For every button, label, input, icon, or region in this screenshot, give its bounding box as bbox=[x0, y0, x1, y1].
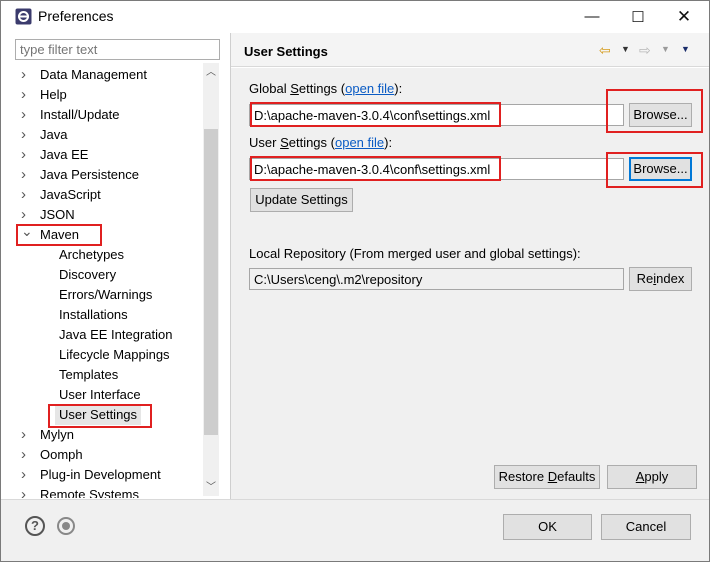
preferences-window: Preferences — ☐ ✕ ›Data Management›Help›… bbox=[0, 0, 710, 562]
tree-item-label: Installations bbox=[59, 307, 128, 322]
collapsed-arrow-icon[interactable]: › bbox=[21, 165, 33, 185]
minimize-icon: — bbox=[584, 8, 600, 25]
filter-input[interactable] bbox=[15, 39, 220, 60]
apply-button[interactable]: Apply bbox=[607, 465, 697, 489]
tree-item-label: Templates bbox=[59, 367, 119, 382]
tree-item-label: Plug-in Development bbox=[40, 467, 161, 482]
forward-arrow-icon[interactable]: ⇨ bbox=[639, 42, 651, 59]
tree-item-label: Mylyn bbox=[40, 427, 74, 442]
collapsed-arrow-icon[interactable]: › bbox=[21, 185, 33, 205]
tree-item[interactable]: › Mylyn bbox=[15, 425, 205, 445]
tree-item[interactable]: ⌄ Maven bbox=[15, 223, 205, 245]
tree-item[interactable]: Java EE Integration bbox=[15, 325, 205, 345]
preferences-tree: › Data Management › Help › Install/Update › Jav… bbox=[15, 63, 220, 498]
close-icon: ✕ bbox=[676, 6, 692, 26]
local-repository-label: Local Repository (From merged user and g… bbox=[249, 246, 581, 261]
ok-button[interactable]: OK bbox=[503, 514, 592, 540]
tree-item-label: JavaScript bbox=[40, 187, 101, 202]
collapsed-arrow-icon[interactable]: › bbox=[21, 105, 33, 125]
collapsed-arrow-icon[interactable]: › bbox=[21, 125, 33, 145]
tree-item[interactable]: › Help bbox=[15, 85, 205, 105]
tree-item-label: Install/Update bbox=[40, 107, 120, 122]
user-settings-page: Global Settings (open file): D:\apache-m… bbox=[231, 68, 709, 499]
maximize-icon: ☐ bbox=[631, 8, 645, 26]
dialog-footer: ? OK Cancel bbox=[1, 499, 709, 561]
tree-scrollbar[interactable]: ︿ ﹀ bbox=[203, 63, 219, 496]
maximize-button[interactable]: ☐ bbox=[615, 1, 661, 32]
user-browse-button[interactable]: Browse... bbox=[629, 157, 692, 181]
record-icon[interactable] bbox=[57, 517, 75, 535]
tree-item-label: Data Management bbox=[40, 67, 147, 82]
eclipse-app-icon bbox=[15, 8, 32, 25]
tree-item-label: Java bbox=[40, 127, 68, 142]
collapsed-arrow-icon[interactable]: › bbox=[21, 145, 33, 165]
tree-item[interactable]: Archetypes bbox=[15, 245, 205, 265]
global-settings-field[interactable]: D:\apache-maven-3.0.4\conf\settings.xml bbox=[249, 104, 624, 126]
tree-item-label: Maven bbox=[40, 227, 80, 242]
tree-item[interactable]: Installations bbox=[15, 305, 205, 325]
tree-item-label: Archetypes bbox=[59, 247, 125, 262]
tree-item-label: Java Persistence bbox=[40, 167, 139, 182]
tree-item[interactable]: › Install/Update bbox=[15, 105, 205, 125]
update-settings-button[interactable]: Update Settings bbox=[250, 188, 353, 212]
global-browse-button[interactable]: Browse... bbox=[629, 103, 692, 127]
collapsed-arrow-icon[interactable]: › bbox=[21, 85, 33, 105]
global-open-file-link[interactable]: open file bbox=[345, 81, 394, 96]
page-header: User Settings ⇦ ▼ ⇨ ▼ ▼ bbox=[231, 33, 709, 67]
back-dropdown-icon[interactable]: ▼ bbox=[621, 44, 630, 54]
reindex-button[interactable]: Reindex bbox=[629, 267, 692, 291]
tree-item-label: User Interface bbox=[59, 387, 141, 402]
tree-item[interactable]: User Settings bbox=[15, 405, 205, 425]
page-title: User Settings bbox=[244, 44, 328, 59]
tree-item-label: JSON bbox=[40, 207, 75, 222]
tree-item[interactable]: › Oomph bbox=[15, 445, 205, 465]
scrollbar-thumb[interactable] bbox=[204, 129, 218, 435]
view-menu-icon[interactable]: ▼ bbox=[681, 44, 690, 54]
tree-item[interactable]: Lifecycle Mappings bbox=[15, 345, 205, 365]
window-title: Preferences bbox=[38, 8, 114, 24]
tree-item[interactable]: › Remote Systems bbox=[15, 485, 205, 498]
tree-item-label: Lifecycle Mappings bbox=[59, 347, 170, 362]
restore-defaults-button[interactable]: Restore Defaults bbox=[494, 465, 600, 489]
close-button[interactable]: ✕ bbox=[661, 1, 707, 32]
help-icon[interactable]: ? bbox=[25, 516, 45, 536]
tree-item[interactable]: › JSON bbox=[15, 205, 205, 225]
collapsed-arrow-icon[interactable]: › bbox=[21, 65, 33, 85]
tree-item[interactable]: › Plug-in Development bbox=[15, 465, 205, 485]
tree-item[interactable]: › Java Persistence bbox=[15, 165, 205, 185]
tree-item[interactable]: User Interface bbox=[15, 385, 205, 405]
tree-item-label: Oomph bbox=[40, 447, 83, 462]
user-settings-label: User Settings (open file): bbox=[249, 135, 393, 150]
tree-item-label: User Settings bbox=[55, 405, 142, 425]
tree-item-label: Discovery bbox=[59, 267, 117, 282]
cancel-button[interactable]: Cancel bbox=[601, 514, 691, 540]
tree-item-label: Errors/Warnings bbox=[59, 287, 153, 302]
scroll-down-icon[interactable]: ﹀ bbox=[203, 480, 219, 496]
tree-item[interactable]: › Java bbox=[15, 125, 205, 145]
minimize-button[interactable]: — bbox=[569, 1, 615, 32]
collapsed-arrow-icon[interactable]: › bbox=[21, 485, 33, 498]
tree-item[interactable]: Discovery bbox=[15, 265, 205, 285]
back-arrow-icon[interactable]: ⇦ bbox=[599, 42, 611, 59]
tree-item-label: Help bbox=[40, 87, 67, 102]
collapsed-arrow-icon[interactable]: › bbox=[21, 425, 33, 445]
user-settings-field[interactable]: D:\apache-maven-3.0.4\conf\settings.xml bbox=[249, 158, 624, 180]
tree-item[interactable]: › Java EE bbox=[15, 145, 205, 165]
collapsed-arrow-icon[interactable]: › bbox=[21, 465, 33, 485]
tree-item[interactable]: Errors/Warnings bbox=[15, 285, 205, 305]
scroll-up-icon[interactable]: ︿ bbox=[203, 65, 219, 81]
collapsed-arrow-icon[interactable]: › bbox=[21, 445, 33, 465]
tree-item[interactable]: › Data Management bbox=[15, 65, 205, 85]
tree-item[interactable]: › JavaScript bbox=[15, 185, 205, 205]
forward-dropdown-icon[interactable]: ▼ bbox=[661, 44, 670, 54]
title-bar: Preferences — ☐ ✕ bbox=[1, 1, 709, 32]
tree-item-label: Java EE Integration bbox=[59, 327, 173, 342]
expanded-arrow-icon[interactable]: ⌄ bbox=[21, 221, 33, 241]
local-repository-field: C:\Users\ceng\.m2\repository bbox=[249, 268, 624, 290]
tree-item[interactable]: Templates bbox=[15, 365, 205, 385]
user-open-file-link[interactable]: open file bbox=[335, 135, 384, 150]
global-settings-label: Global Settings (open file): bbox=[249, 81, 403, 96]
tree-item-label: Remote Systems bbox=[40, 487, 139, 498]
tree-item-label: Java EE bbox=[40, 147, 89, 162]
